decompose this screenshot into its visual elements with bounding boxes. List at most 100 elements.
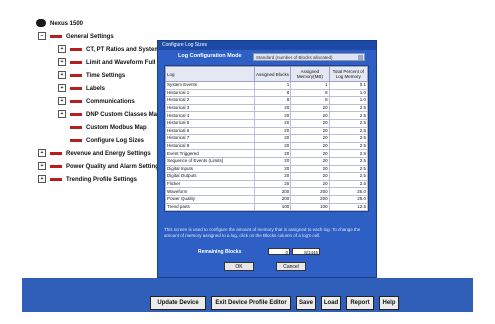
cancel-button[interactable]: Cancel: [276, 262, 306, 271]
ok-button[interactable]: OK: [224, 262, 254, 271]
log-name-cell: Historical 7: [165, 134, 255, 143]
table-row: Historical 3 20 20 2.5: [165, 103, 369, 113]
configure-log-sizes-dialog: Configure Log Sizes Log Configuration Mo…: [157, 40, 377, 278]
blocks-cell[interactable]: 20: [253, 156, 292, 166]
exit-editor-button[interactable]: Exit Device Profile Editor: [211, 296, 291, 310]
blocks-cell[interactable]: 200: [253, 194, 292, 204]
tree-root[interactable]: Nexus 1500: [36, 18, 196, 31]
memory-cell: 20: [290, 156, 330, 166]
memory-cell: 20: [290, 141, 330, 151]
settings-icon: [70, 47, 82, 51]
table-row: Trend parts 100 100 12.5: [165, 202, 369, 212]
expand-icon[interactable]: +: [58, 84, 66, 93]
blocks-cell[interactable]: 8: [253, 96, 292, 105]
settings-icon: [70, 73, 82, 77]
percent-cell: 2.5: [328, 111, 369, 120]
tree-node-label: CT, PT Ratios and System H: [86, 47, 166, 53]
tree-node-label: DNP Custom Classes Map: [86, 112, 161, 118]
expand-icon[interactable]: +: [58, 45, 66, 54]
col-memory: Assigned Memory(MB): [290, 66, 330, 82]
blocks-cell[interactable]: 20: [253, 149, 292, 158]
blocks-cell[interactable]: 20: [253, 103, 292, 113]
tree-node-label: Configure Log Sizes: [86, 138, 145, 144]
percent-cell: 1.0: [328, 88, 369, 98]
memory-cell: 20: [290, 172, 330, 181]
settings-icon: [70, 86, 82, 90]
percent-cell: 2.5: [328, 172, 369, 181]
table-header-row: Log Assigned Blocks Assigned Memory(MB) …: [165, 66, 369, 82]
blocks-cell[interactable]: 20: [253, 111, 292, 120]
blocks-cell[interactable]: 20: [253, 172, 292, 181]
update-device-button[interactable]: Update Device: [150, 296, 206, 310]
percent-cell: 2.5: [328, 103, 369, 113]
log-mode-select[interactable]: Standard (number of Blocks allocated): [253, 53, 365, 61]
expand-icon[interactable]: +: [38, 149, 46, 158]
percent-cell: 2.5: [328, 179, 369, 189]
settings-icon: [70, 138, 82, 142]
save-button[interactable]: Save: [296, 296, 316, 310]
blocks-cell[interactable]: 20: [253, 118, 292, 128]
memory-cell: 20: [290, 179, 330, 189]
table-row: Historical 5 20 20 2.5: [165, 118, 369, 128]
log-mode-row: Log Configuration Mode Standard (number …: [178, 53, 368, 62]
table-row: Digital Inputs 20 20 2.5: [165, 164, 369, 174]
blocks-cell[interactable]: 20: [253, 179, 292, 189]
log-name-cell: Historical 3: [165, 103, 255, 113]
report-button[interactable]: Report: [346, 296, 374, 310]
percent-cell: 25.0: [328, 194, 369, 204]
blocks-cell[interactable]: 20: [253, 134, 292, 143]
blocks-cell[interactable]: 20: [253, 141, 292, 151]
memory-cell: 1: [290, 81, 330, 90]
settings-icon: [70, 60, 82, 64]
table-row: Historical 6 20 20 2.5: [165, 126, 369, 136]
blocks-cell[interactable]: 20: [253, 164, 292, 174]
log-mode-label: Log Configuration Mode: [178, 53, 242, 59]
chevron-down-icon[interactable]: [358, 55, 363, 60]
tree-node-label: Custom Modbus Map: [86, 125, 147, 131]
memory-cell: 100: [290, 202, 330, 212]
log-name-cell: Digital Inputs: [165, 164, 255, 174]
expand-icon[interactable]: +: [58, 97, 66, 106]
blocks-cell[interactable]: 200: [253, 187, 292, 196]
percent-cell: 2.5: [328, 118, 369, 128]
help-button[interactable]: Help: [379, 296, 399, 310]
dialog-title: Configure Log Sizes: [158, 41, 376, 50]
log-name-cell: Power Quality: [165, 194, 255, 204]
table-row: Historical 2 8 8 1.0: [165, 96, 369, 105]
load-button[interactable]: Load: [321, 296, 341, 310]
blocks-cell[interactable]: 1: [253, 81, 292, 90]
expand-icon[interactable]: +: [58, 110, 66, 119]
tree-node-label: Trending Profile Settings: [66, 177, 138, 183]
expand-icon[interactable]: +: [38, 162, 46, 171]
table-row: Waveform 200 200 25.0: [165, 187, 369, 196]
remaining-blocks-value: 0: [268, 248, 290, 255]
memory-cell: 200: [290, 187, 330, 196]
percent-cell: 2.5: [328, 134, 369, 143]
tree-root-label: Nexus 1500: [50, 21, 84, 27]
memory-cell: 20: [290, 103, 330, 113]
expand-icon[interactable]: +: [58, 71, 66, 80]
log-mode-value: Standard (number of Blocks allocated): [256, 55, 333, 60]
tree-node-label: General Settings: [66, 34, 114, 40]
expand-icon[interactable]: +: [58, 58, 66, 67]
expand-icon[interactable]: +: [38, 175, 46, 184]
log-name-cell: Historical 4: [165, 111, 255, 120]
memory-cell: 20: [290, 149, 330, 158]
col-log: Log: [165, 66, 255, 82]
collapse-icon[interactable]: −: [38, 32, 46, 41]
percent-cell: 2.5: [328, 126, 369, 136]
remaining-blocks-total: 8/1445: [292, 248, 320, 255]
tree-node-label: Limit and Waveform Full Sc: [86, 60, 165, 66]
log-name-cell: Sequence of Events (Limits): [165, 156, 255, 166]
log-name-cell: System Events: [165, 81, 255, 90]
tree-node-label: Communications: [86, 99, 135, 105]
blocks-cell[interactable]: 8: [253, 88, 292, 98]
memory-cell: 20: [290, 126, 330, 136]
dialog-instructions: This screen is used to configure the amo…: [164, 227, 361, 238]
settings-icon: [50, 34, 62, 38]
percent-cell: 12.5: [328, 202, 369, 212]
blocks-cell[interactable]: 100: [253, 202, 292, 212]
blocks-cell[interactable]: 20: [253, 126, 292, 136]
log-name-cell: Waveform: [165, 187, 255, 196]
log-name-cell: Historical 1: [165, 88, 255, 98]
